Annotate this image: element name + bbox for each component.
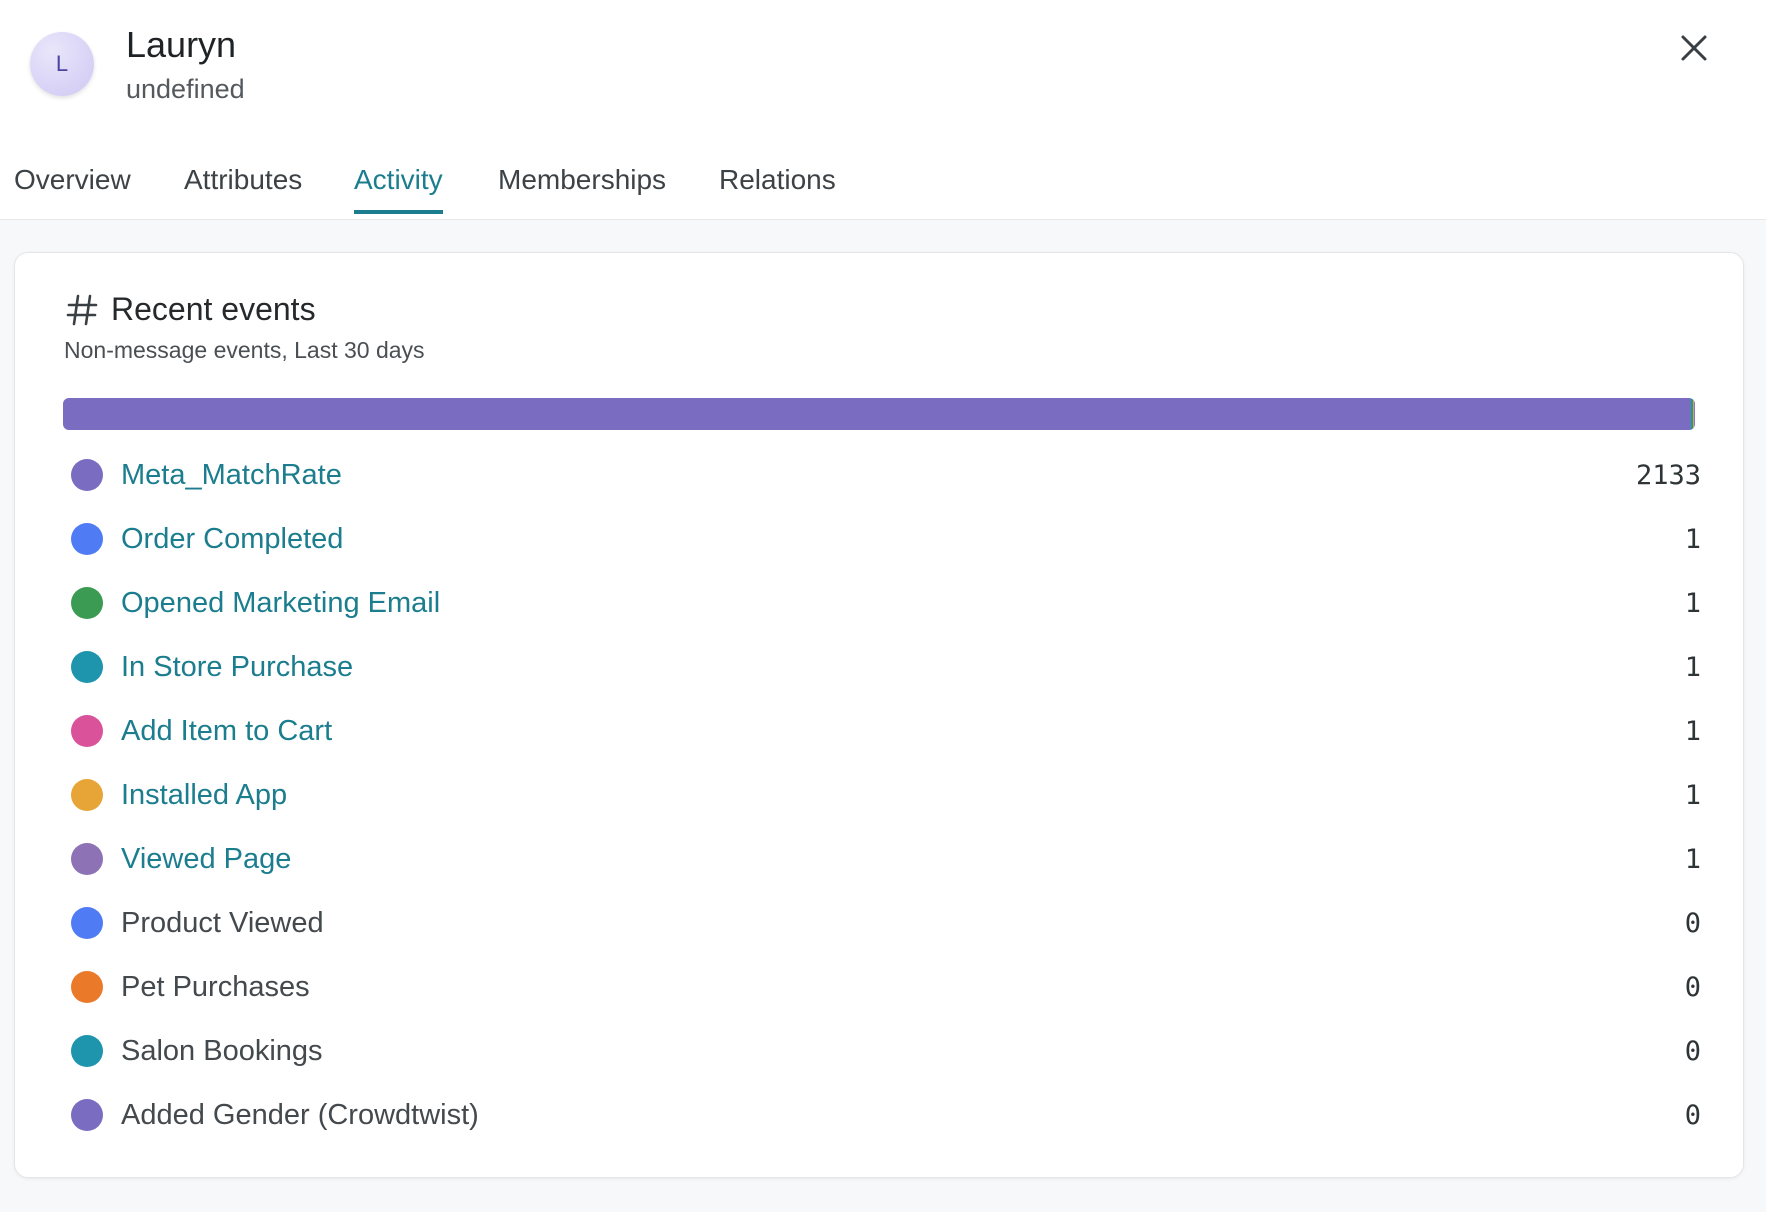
event-count: 1: [1684, 779, 1701, 811]
event-row[interactable]: Meta_MatchRate 2133: [63, 443, 1701, 507]
tab-attributes[interactable]: Attributes: [184, 164, 302, 214]
event-count: 0: [1684, 1035, 1701, 1067]
card-subtitle: Non-message events, Last 30 days: [64, 337, 425, 363]
event-name[interactable]: Installed App: [121, 779, 287, 812]
close-icon: [1681, 35, 1707, 61]
event-count: 1: [1684, 651, 1701, 683]
event-row[interactable]: Viewed Page 1: [63, 827, 1701, 891]
event-color-dot: [71, 1099, 103, 1131]
event-count: 1: [1684, 587, 1701, 619]
event-color-dot: [71, 907, 103, 939]
event-count: 0: [1684, 907, 1701, 939]
event-list: Meta_MatchRate 2133 Order Completed 1 Opened…: [63, 443, 1701, 1147]
event-name[interactable]: Meta_MatchRate: [121, 459, 342, 492]
event-name: Pet Purchases: [121, 970, 310, 1003]
event-color-dot: [71, 779, 103, 811]
tab-activity[interactable]: Activity: [354, 164, 443, 214]
event-name[interactable]: Viewed Page: [121, 843, 291, 876]
event-color-dot: [71, 715, 103, 747]
tab-relations[interactable]: Relations: [719, 164, 836, 214]
event-color-dot: [71, 1035, 103, 1067]
activity-panel: Recent events Non-message events, Last 3…: [0, 220, 1766, 1212]
event-count: 1: [1684, 843, 1701, 875]
event-count: 1: [1684, 715, 1701, 747]
tab-bar: Overview Attributes Activity Memberships…: [0, 124, 1766, 220]
event-row[interactable]: Order Completed 1: [63, 507, 1701, 571]
event-count: 2133: [1635, 459, 1701, 491]
event-name: Salon Bookings: [121, 1034, 323, 1067]
event-count: 1: [1684, 523, 1701, 555]
event-name[interactable]: Add Item to Cart: [121, 715, 332, 748]
event-color-dot: [71, 843, 103, 875]
hash-icon: [66, 294, 98, 325]
profile-subtitle: undefined: [126, 74, 245, 104]
event-row[interactable]: Opened Marketing Email 1: [63, 571, 1701, 635]
event-color-dot: [71, 971, 103, 1003]
avatar: L: [30, 32, 94, 96]
event-row[interactable]: Add Item to Cart 1: [63, 699, 1701, 763]
event-name: Added Gender (Crowdtwist): [121, 1098, 479, 1131]
event-row: Salon Bookings 0: [63, 1019, 1701, 1083]
event-color-dot: [71, 651, 103, 683]
event-distribution-bar: [63, 398, 1695, 430]
tab-overview[interactable]: Overview: [14, 164, 131, 214]
event-name[interactable]: Opened Marketing Email: [121, 587, 440, 620]
recent-events-card: Recent events Non-message events, Last 3…: [14, 252, 1744, 1178]
event-row: Pet Purchases 0: [63, 955, 1701, 1019]
event-color-dot: [71, 587, 103, 619]
profile-name: Lauryn: [126, 24, 237, 65]
card-title: Recent events: [65, 291, 316, 328]
card-title-text: Recent events: [111, 291, 316, 327]
bar-segment: [1694, 398, 1695, 430]
event-name[interactable]: Order Completed: [121, 523, 343, 556]
event-color-dot: [71, 459, 103, 491]
event-row[interactable]: In Store Purchase 1: [63, 635, 1701, 699]
event-row[interactable]: Installed App 1: [63, 763, 1701, 827]
close-button[interactable]: [1674, 28, 1714, 68]
event-count: 0: [1684, 1099, 1701, 1131]
event-name: Product Viewed: [121, 906, 324, 939]
profile-header: L Lauryn undefined: [0, 0, 1766, 124]
event-row: Added Gender (Crowdtwist) 0: [63, 1083, 1701, 1147]
event-color-dot: [71, 523, 103, 555]
avatar-initial: L: [55, 51, 69, 76]
event-row: Product Viewed 0: [63, 891, 1701, 955]
event-count: 0: [1684, 971, 1701, 1003]
event-name[interactable]: In Store Purchase: [121, 651, 353, 684]
tab-memberships[interactable]: Memberships: [498, 164, 666, 214]
bar-segment: [63, 398, 1691, 430]
